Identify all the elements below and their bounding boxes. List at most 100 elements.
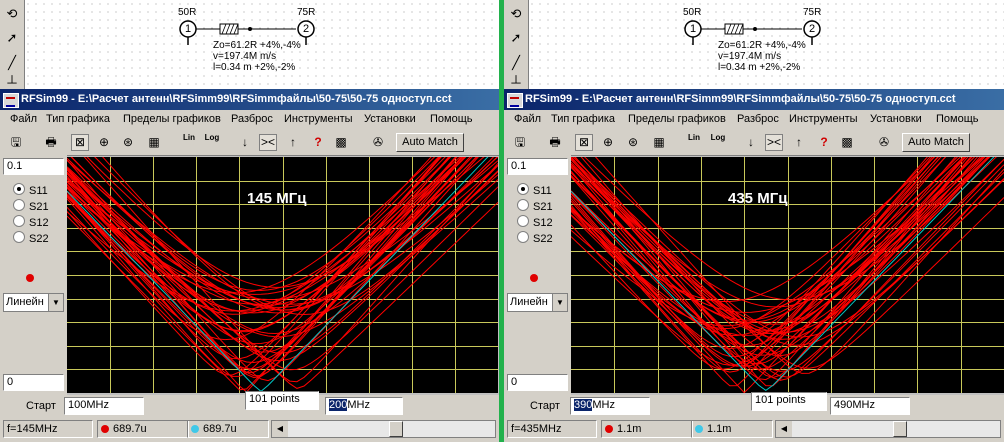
port-2-label: 75R xyxy=(803,7,822,18)
menu-help[interactable]: Помощь xyxy=(936,113,979,125)
radio-s11[interactable]: S11 xyxy=(13,183,48,197)
arrow-down-icon[interactable]: ↓ xyxy=(236,134,254,151)
auto-match-button[interactable]: Auto Match xyxy=(396,133,464,152)
y-min-input[interactable]: 0 xyxy=(3,374,64,391)
rect-plot-icon[interactable]: ⊠ xyxy=(575,134,593,151)
schematic-canvas[interactable]: ⟲ ➚ ╱ ┴ 50R 1 75R 2 Zo=61.2R +4%,-4% v=1… xyxy=(0,0,499,90)
s-parameter-plot[interactable]: 435 МГц xyxy=(571,157,1004,393)
plot-svg: 145 МГц xyxy=(67,157,498,393)
chevron-down-icon[interactable]: ▼ xyxy=(48,294,63,311)
print-icon[interactable]: 🖶 xyxy=(546,134,564,151)
smith-chart-icon[interactable]: ⊕ xyxy=(599,134,617,151)
menu-tools[interactable]: Инструменты xyxy=(284,113,353,125)
window-titlebar[interactable]: RFSim99 - E:\Расчет антенн\RFSimm99\RFSi… xyxy=(0,89,499,110)
menu-plot-limits[interactable]: Пределы графиков xyxy=(628,113,726,125)
tune-icon[interactable]: ✇ xyxy=(875,134,893,151)
port-1-number: 1 xyxy=(185,23,192,35)
status-marker-1: 689.7u xyxy=(97,420,189,438)
open-file-icon[interactable]: 🖫 xyxy=(7,134,25,151)
tuning-scrollbar[interactable]: ◀ xyxy=(271,420,496,438)
line-length: l=0.34 m +2%,-2% xyxy=(718,62,801,73)
menu-plot-type[interactable]: Тип графика xyxy=(46,113,110,125)
points-input[interactable]: 101 points xyxy=(245,391,319,410)
line-length: l=0.34 m +2%,-2% xyxy=(213,62,296,73)
spread-trace xyxy=(571,157,989,335)
spread-trace xyxy=(571,157,967,335)
auto-match-button[interactable]: Auto Match xyxy=(902,133,970,152)
tune-icon[interactable]: ✇ xyxy=(369,134,387,151)
rect-plot-icon[interactable]: ⊠ xyxy=(71,134,89,151)
cyan-marker-icon xyxy=(191,425,199,433)
s-parameter-plot[interactable]: 145 МГц xyxy=(67,157,498,393)
zoom-in-icon[interactable]: >< xyxy=(259,134,277,151)
chevron-down-icon[interactable]: ▼ xyxy=(552,294,567,311)
y-max-input[interactable]: 0.1 xyxy=(507,158,568,175)
log-scale-button[interactable]: Log xyxy=(203,134,221,151)
radio-s22[interactable]: S22 xyxy=(13,231,49,245)
component-icon[interactable]: ▩ xyxy=(838,134,856,151)
menu-spread[interactable]: Разброс xyxy=(737,113,779,125)
scroll-thumb[interactable] xyxy=(389,421,403,437)
radio-s12[interactable]: S12 xyxy=(517,215,553,229)
radio-s22[interactable]: S22 xyxy=(517,231,553,245)
zoom-in-icon[interactable]: >< xyxy=(765,134,783,151)
radio-s12-dot xyxy=(13,215,25,227)
log-scale-button[interactable]: Log xyxy=(709,134,727,151)
lin-scale-button[interactable]: Lin xyxy=(180,134,198,151)
menu-spread[interactable]: Разброс xyxy=(231,113,273,125)
menu-file[interactable]: Файл xyxy=(10,113,37,125)
scale-select[interactable]: Линейн ▼ xyxy=(507,293,568,312)
line-velocity: v=197.4M m/s xyxy=(213,51,277,62)
table-icon[interactable]: ▦ xyxy=(145,134,163,151)
table-icon[interactable]: ▦ xyxy=(650,134,668,151)
polar-plot-icon[interactable]: ⊛ xyxy=(624,134,642,151)
y-max-input[interactable]: 0.1 xyxy=(3,158,64,175)
radio-s11[interactable]: S11 xyxy=(517,183,552,197)
scroll-left-icon[interactable]: ◀ xyxy=(776,421,792,437)
side-controls: 0.1 S11 S21 S12 S22 Линейн ▼ 0 xyxy=(0,155,67,395)
menu-plot-limits[interactable]: Пределы графиков xyxy=(123,113,221,125)
radio-s11-dot xyxy=(517,183,529,195)
arrow-up-icon[interactable]: ↑ xyxy=(284,134,302,151)
radio-s21[interactable]: S21 xyxy=(517,199,553,213)
scroll-left-icon[interactable]: ◀ xyxy=(272,421,288,437)
menu-settings[interactable]: Установки xyxy=(870,113,922,125)
arrow-up-icon[interactable]: ↑ xyxy=(790,134,808,151)
start-freq-input[interactable]: 100MHz xyxy=(64,397,144,415)
open-file-icon[interactable]: 🖫 xyxy=(511,134,529,151)
menu-help[interactable]: Помощь xyxy=(430,113,473,125)
polar-plot-icon[interactable]: ⊛ xyxy=(119,134,137,151)
frequency-label: 145 МГц xyxy=(247,190,307,207)
app-icon xyxy=(507,93,523,108)
arrow-down-icon[interactable]: ↓ xyxy=(742,134,760,151)
menu-bar: Файл Тип графика Пределы графиков Разбро… xyxy=(504,110,1004,130)
y-min-input[interactable]: 0 xyxy=(507,374,568,391)
print-icon[interactable]: 🖶 xyxy=(42,134,60,151)
status-bar: f=145MHz 689.7u 689.7u ◀ xyxy=(0,417,499,442)
scroll-thumb[interactable] xyxy=(893,421,907,437)
lin-scale-button[interactable]: Lin xyxy=(685,134,703,151)
radio-s21-dot xyxy=(517,199,529,211)
status-frequency: f=435MHz xyxy=(507,420,597,438)
radio-s21[interactable]: S21 xyxy=(13,199,49,213)
start-freq-input[interactable]: 390MHz xyxy=(570,397,650,415)
window-titlebar[interactable]: RFSim99 - E:\Расчет антенн\RFSimm99\RFSi… xyxy=(504,89,1004,110)
radio-s21-dot xyxy=(13,199,25,211)
smith-chart-icon[interactable]: ⊕ xyxy=(95,134,113,151)
line-impedance: Zo=61.2R +4%,-4% xyxy=(718,40,806,51)
menu-tools[interactable]: Инструменты xyxy=(789,113,858,125)
stop-freq-input[interactable]: 490MHz xyxy=(830,397,910,415)
tuning-scrollbar[interactable]: ◀ xyxy=(775,420,1001,438)
menu-settings[interactable]: Установки xyxy=(364,113,416,125)
radio-s12[interactable]: S12 xyxy=(13,215,49,229)
help-tool-icon[interactable]: ? xyxy=(309,134,327,151)
help-tool-icon[interactable]: ? xyxy=(815,134,833,151)
status-marker-2: 689.7u xyxy=(187,420,269,438)
points-input[interactable]: 101 points xyxy=(751,392,827,411)
stop-freq-input[interactable]: 200MHz xyxy=(325,397,403,415)
menu-plot-type[interactable]: Тип графика xyxy=(551,113,615,125)
schematic-canvas[interactable]: ⟲ ➚ ╱ ┴ 50R 1 75R 2 Zo=61.2R +4%,-4% v=1… xyxy=(504,0,1004,90)
menu-file[interactable]: Файл xyxy=(514,113,541,125)
component-icon[interactable]: ▩ xyxy=(332,134,350,151)
scale-select[interactable]: Линейн ▼ xyxy=(3,293,64,312)
